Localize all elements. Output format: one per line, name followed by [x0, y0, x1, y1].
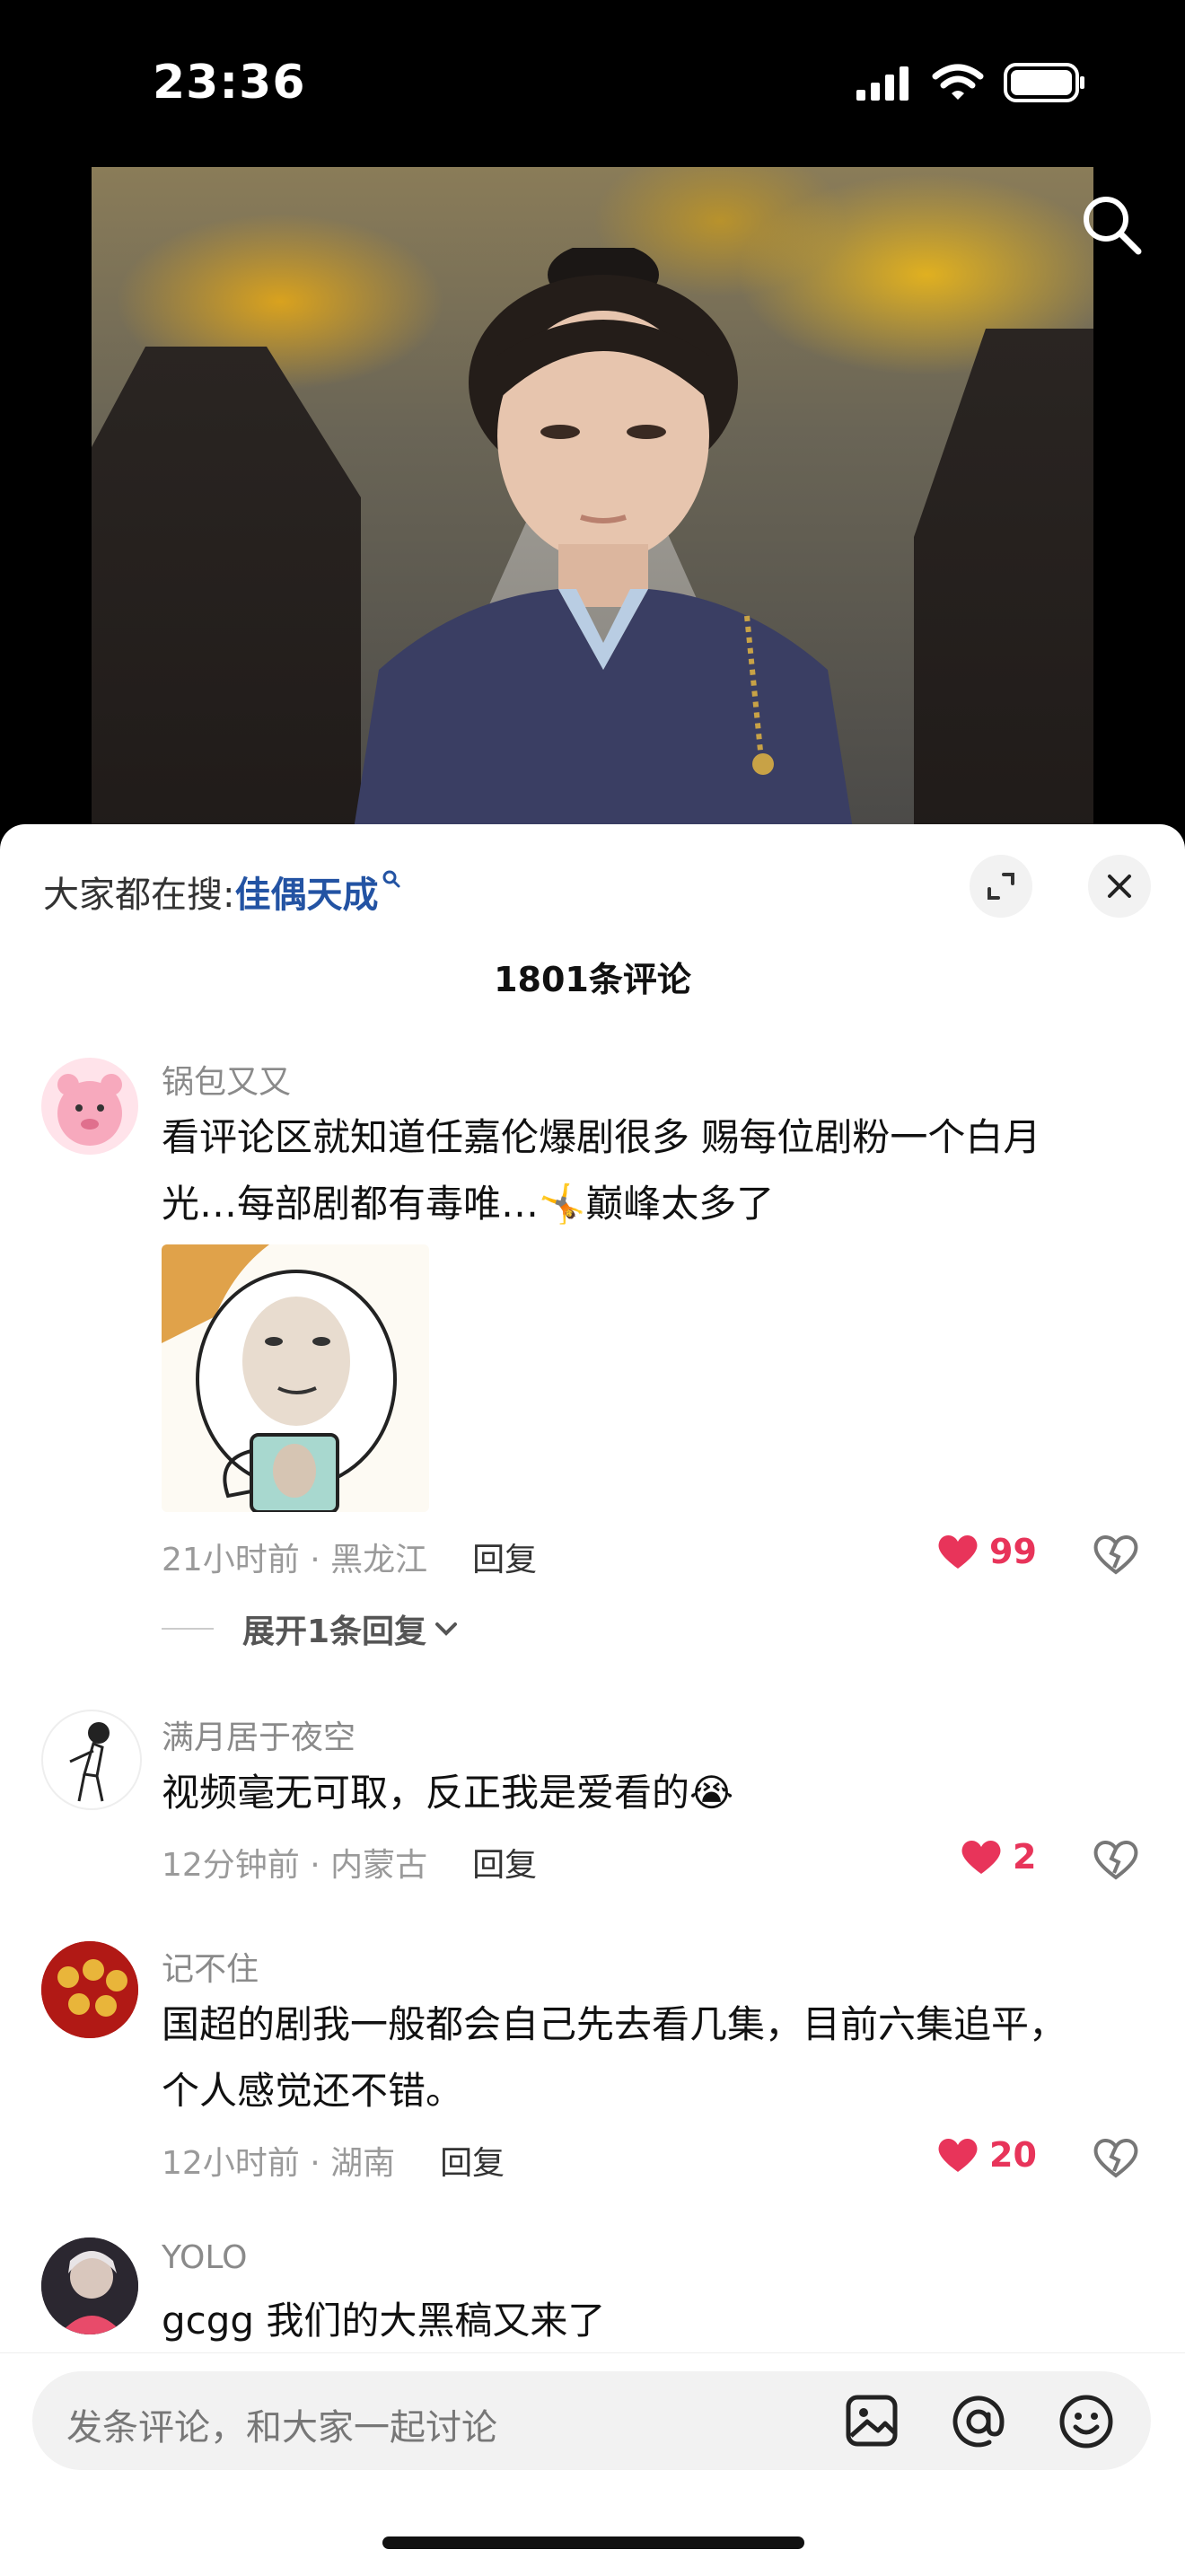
video-guard-right: [914, 329, 1093, 827]
chevron-down-icon: [435, 1622, 458, 1636]
comment-author[interactable]: YOLO: [162, 2239, 247, 2276]
trending-search-prefix: 大家都在搜:: [43, 875, 235, 916]
heart-filled-icon: [961, 1840, 1001, 1874]
comment-time-location: 21小时前 · 黑龙江: [162, 1542, 428, 1578]
dislike-icon[interactable]: [1093, 1839, 1138, 1880]
comment-input[interactable]: 发条评论，和大家一起讨论: [32, 2371, 1151, 2470]
dislike-icon[interactable]: [1093, 2137, 1138, 2178]
avatar[interactable]: [41, 1941, 138, 2038]
comment-item: YOLO gcgg 我们的大黑稿又来了: [0, 2238, 1185, 2354]
comment-item: 满月居于夜空 视频毫无可取，反正我是爱看的😭 12分钟前 · 内蒙古 回复 2: [0, 1710, 1185, 1889]
comment-item: 记不住 国超的剧我一般都会自己先去看几集，目前六集追平，个人感觉还不错。 12小…: [0, 1941, 1185, 2184]
comment-time-location: 12小时前 · 湖南: [162, 2145, 396, 2182]
like-count: 99: [989, 1532, 1037, 1571]
comment-text: 视频毫无可取，反正我是爱看的😭: [162, 1771, 734, 1815]
heart-filled-icon: [938, 1534, 978, 1569]
comment-author[interactable]: 锅包又又: [162, 1056, 291, 1103]
comment-input-placeholder: 发条评论，和大家一起讨论: [66, 2407, 497, 2449]
like-count: 2: [1013, 1837, 1037, 1877]
battery-icon: [1004, 63, 1084, 102]
avatar[interactable]: [41, 1058, 138, 1155]
avatar-image: [69, 1722, 110, 1802]
close-button[interactable]: [1088, 855, 1151, 918]
comment-author[interactable]: 记不住: [162, 1943, 259, 1990]
home-indicator[interactable]: [382, 2536, 804, 2549]
video-guard-left: [92, 347, 361, 827]
small-search-icon: [382, 870, 400, 888]
comment-meta: 21小时前 · 黑龙江 回复: [162, 1534, 537, 1580]
like-button[interactable]: 2: [961, 1837, 1036, 1877]
video-player[interactable]: [92, 167, 1093, 827]
avatar-image: [41, 2238, 138, 2334]
comment-time-location: 12分钟前 · 内蒙古: [162, 1847, 428, 1884]
comment-sticker-image[interactable]: [162, 1244, 429, 1512]
mention-icon[interactable]: [950, 2393, 1007, 2450]
status-time: 23:36: [153, 56, 306, 110]
emoji-icon[interactable]: [1058, 2393, 1115, 2450]
comment-text: 看评论区就知道任嘉伦爆剧很多 赐每位剧粉一个白月光…每部剧都有毒唯…🤸巅峰太多了: [162, 1115, 1041, 1226]
wifi-icon: [932, 64, 984, 100]
avatar-image: [57, 1074, 122, 1146]
divider-line: [162, 1628, 214, 1630]
avatar-image: [41, 1941, 138, 2038]
sticker-drawing: [162, 1244, 397, 1512]
comment-meta: 12分钟前 · 内蒙古 回复: [162, 1839, 537, 1886]
like-button[interactable]: 20: [937, 2135, 1037, 2175]
expand-replies-button[interactable]: 展开1条回复: [162, 1605, 459, 1652]
expand-replies-label: 展开1条回复: [242, 1613, 427, 1650]
image-icon[interactable]: [844, 2393, 900, 2449]
comment-author[interactable]: 满月居于夜空: [162, 1711, 356, 1758]
close-icon: [1108, 875, 1131, 898]
like-button[interactable]: 99: [937, 1532, 1037, 1571]
reply-button[interactable]: 回复: [472, 1542, 537, 1578]
status-bar: 23:36: [0, 0, 1185, 171]
comment-item: 锅包又又 看评论区就知道任嘉伦爆剧很多 赐每位剧粉一个白月光…每部剧都有毒唯…🤸…: [0, 1054, 1185, 1650]
comment-meta: 12小时前 · 湖南 回复: [162, 2137, 505, 2184]
status-icons: [855, 63, 1086, 102]
signal-icon: [856, 66, 908, 101]
video-main-character: [354, 248, 853, 827]
expand-icon: [988, 873, 1014, 900]
comment-text: gcgg 我们的大黑稿又来了: [162, 2299, 606, 2343]
like-count: 20: [989, 2135, 1037, 2175]
avatar[interactable]: [41, 2238, 138, 2334]
expand-button[interactable]: [970, 855, 1032, 918]
dislike-icon[interactable]: [1093, 1534, 1138, 1575]
reply-button[interactable]: 回复: [440, 2145, 505, 2182]
trending-search-keyword[interactable]: 佳偶天成: [234, 875, 378, 916]
reply-button[interactable]: 回复: [472, 1847, 537, 1884]
comment-count: 1801条评论: [494, 960, 691, 999]
comment-text: 国超的剧我一般都会自己先去看几集，目前六集追平，个人感觉还不错。: [162, 2002, 1067, 2113]
heart-filled-icon: [938, 2138, 978, 2172]
comment-panel: 大家都在搜:佳偶天成 1801条评论 锅包又又 看评论区就知道任嘉伦爆剧很多 赐…: [0, 824, 1185, 2575]
search-icon[interactable]: [1077, 190, 1149, 262]
avatar[interactable]: [41, 1710, 142, 1810]
trending-search[interactable]: 大家都在搜:佳偶天成: [43, 866, 401, 918]
